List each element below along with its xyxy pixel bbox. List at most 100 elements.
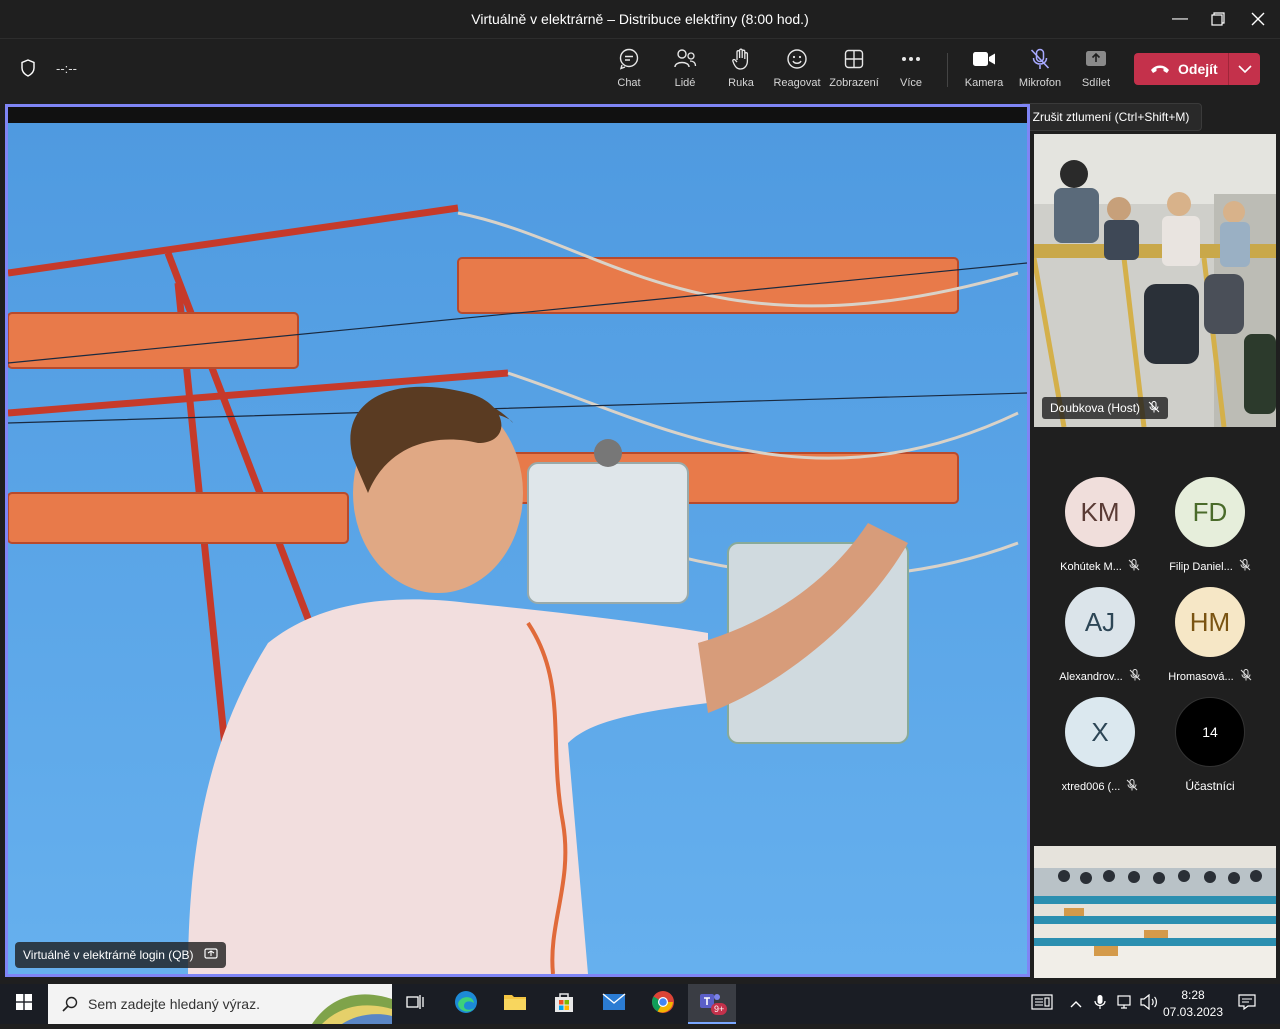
host-name: Doubkova (Host)	[1050, 401, 1141, 415]
taskbar-search-box[interactable]: Sem zadejte hledaný výraz.	[48, 984, 392, 1024]
store-button[interactable]	[540, 984, 588, 1024]
more-icon	[899, 47, 923, 71]
chrome-button[interactable]	[639, 984, 687, 1024]
participant-name-row: Filip Daniel...	[1160, 559, 1260, 574]
participants-count-label: Účastníci	[1185, 779, 1235, 793]
video-letterbox	[8, 107, 1027, 123]
task-view-button[interactable]	[392, 984, 440, 1024]
mic-muted-icon	[1128, 559, 1140, 574]
chrome-icon	[651, 990, 675, 1019]
share-icon	[1084, 47, 1108, 71]
notifications-button[interactable]	[1234, 984, 1260, 1024]
participant-name: Kohútek M...	[1060, 560, 1122, 573]
mic-muted-icon	[1126, 779, 1138, 794]
leave-label: Odejít	[1178, 61, 1218, 77]
search-highlight-image	[312, 984, 392, 1029]
participant-tile[interactable]: Xxtred006 (...	[1050, 697, 1150, 794]
participant-tile[interactable]: AJ Alexandrov...	[1050, 587, 1150, 684]
volume-tray-button[interactable]	[1138, 984, 1160, 1024]
mail-button[interactable]	[590, 984, 638, 1024]
mic-muted-icon	[1240, 669, 1252, 684]
participants-count-tile[interactable]: 14 Účastníci	[1160, 697, 1260, 793]
mic-muted-icon	[1148, 400, 1160, 416]
unmute-tooltip: Zrušit ztlumení (Ctrl+Shift+M)	[1020, 103, 1202, 131]
participant-name-row: xtred006 (...	[1050, 779, 1150, 794]
start-button[interactable]	[0, 984, 48, 1024]
participant-name-row: Kohútek M...	[1050, 559, 1150, 574]
edge-button[interactable]	[442, 984, 490, 1024]
layout-icon	[842, 47, 866, 71]
raise-hand-icon	[729, 47, 753, 71]
leave-options-button[interactable]	[1229, 53, 1260, 85]
raise-hand-label: Ruka	[728, 77, 754, 89]
microphone-button[interactable]: Mikrofon	[1012, 47, 1068, 95]
presenter-video	[8, 123, 1027, 974]
leave-button[interactable]: Odejít	[1134, 53, 1228, 85]
people-button[interactable]: Lidé	[657, 47, 713, 95]
main-video-stage[interactable]: Virtuálně v elektrárně login (QB)	[5, 104, 1030, 977]
participant-name: Alexandrov...	[1059, 670, 1123, 683]
react-button[interactable]: Reagovat	[769, 47, 825, 95]
smiley-icon	[785, 47, 809, 71]
chevron-up-icon	[1070, 995, 1082, 1013]
taskbar-clock[interactable]: 8:28 07.03.2023	[1160, 987, 1226, 1021]
store-icon	[553, 991, 575, 1018]
share-button[interactable]: Sdílet	[1068, 47, 1124, 95]
avatar: HM	[1175, 587, 1245, 657]
network-tray-button[interactable]	[1114, 984, 1136, 1024]
avatar: FD	[1175, 477, 1245, 547]
leave-button-group: Odejít	[1134, 53, 1260, 85]
meeting-timer: --:--	[56, 61, 77, 76]
host-video-tile[interactable]: Doubkova (Host)	[1034, 134, 1276, 427]
edge-icon	[454, 990, 478, 1019]
title-bar: Virtuálně v elektrárně – Distribuce elek…	[0, 0, 1280, 38]
participant-tile[interactable]: KM Kohútek M...	[1050, 477, 1150, 574]
teams-button[interactable]: 9+	[688, 984, 736, 1024]
avatar: KM	[1065, 477, 1135, 547]
chat-label: Chat	[617, 77, 641, 89]
avatar: X	[1065, 697, 1135, 767]
microphone-label: Mikrofon	[1018, 77, 1062, 89]
view-label: Zobrazení	[829, 77, 879, 89]
chat-button[interactable]: Chat	[601, 47, 657, 95]
participant-name-row: Alexandrov...	[1050, 669, 1150, 684]
windows-logo-icon	[16, 993, 32, 1015]
people-icon	[673, 47, 697, 71]
notification-icon	[1238, 993, 1256, 1015]
react-label: Reagovat	[773, 77, 821, 89]
raise-hand-button[interactable]: Ruka	[713, 47, 769, 95]
mic-muted-icon	[1028, 47, 1052, 71]
tray-overflow-button[interactable]	[1066, 984, 1086, 1024]
file-explorer-button[interactable]	[491, 984, 539, 1024]
mic-muted-icon	[1129, 669, 1141, 684]
teams-badge: 9+	[711, 1003, 728, 1015]
participant-tile[interactable]: HM Hromasová...	[1160, 587, 1260, 684]
microphone-tray-button[interactable]	[1090, 984, 1110, 1024]
share-label: Sdílet	[1081, 77, 1111, 89]
network-icon	[1116, 994, 1134, 1015]
more-button[interactable]: Více	[883, 47, 939, 95]
camera-button[interactable]: Kamera	[956, 47, 1012, 95]
host-name-label: Doubkova (Host)	[1042, 397, 1169, 419]
search-icon	[62, 996, 78, 1017]
close-icon[interactable]	[1238, 0, 1278, 38]
classroom-video-tile[interactable]	[1034, 846, 1276, 978]
people-label: Lidé	[674, 77, 696, 89]
participants-count: 14	[1175, 697, 1245, 767]
maximize-icon[interactable]	[1198, 0, 1238, 38]
news-widget-button[interactable]	[1028, 984, 1056, 1024]
camera-icon	[972, 47, 996, 71]
participant-name-row: Hromasová...	[1160, 669, 1260, 684]
camera-label: Kamera	[964, 77, 1004, 89]
view-button[interactable]: Zobrazení	[826, 47, 882, 95]
phone-hangup-icon	[1150, 61, 1170, 77]
microphone-icon	[1094, 994, 1106, 1015]
meeting-toolbar: --:-- Chat Lidé Ruka Reagovat Zobrazení	[0, 39, 1280, 101]
chat-icon	[617, 47, 641, 71]
avatar: AJ	[1065, 587, 1135, 657]
participant-tile[interactable]: FD Filip Daniel...	[1160, 477, 1260, 574]
participant-name: xtred006 (...	[1061, 780, 1121, 793]
main-video-name-badge: Virtuálně v elektrárně login (QB)	[15, 942, 226, 968]
shield-icon[interactable]	[20, 59, 36, 77]
minimize-icon[interactable]: —	[1160, 0, 1200, 38]
